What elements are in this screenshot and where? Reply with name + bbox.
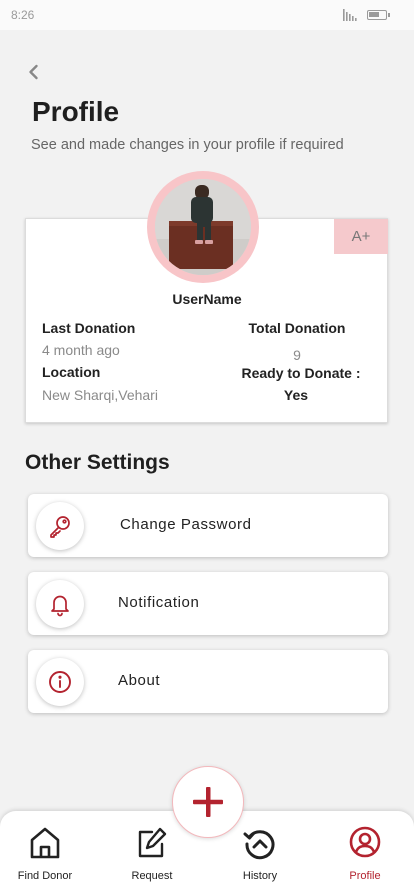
page-title: Profile [32, 96, 120, 127]
edit-icon [138, 827, 167, 858]
battery-icon [367, 10, 390, 20]
plus-icon [193, 787, 223, 817]
chevron-left-icon [29, 64, 38, 80]
user-circle-icon [349, 826, 381, 858]
nav-request-label: Request [131, 870, 173, 882]
change-password-item[interactable]: Change Password [28, 494, 388, 557]
notification-item[interactable]: Notification [28, 572, 388, 635]
notification-label: Notification [118, 594, 200, 611]
info-icon [36, 658, 84, 706]
status-bar: 8:26 [0, 0, 414, 30]
blood-group-badge: A+ [334, 219, 388, 254]
username: UserName [172, 291, 242, 307]
last-donation-value: 4 month ago [42, 342, 120, 358]
back-button[interactable] [24, 62, 44, 82]
nav-profile[interactable]: Profile [320, 811, 410, 896]
avatar-ring [147, 171, 259, 283]
nav-find-donor[interactable]: Find Donor [0, 811, 90, 896]
total-donation-label: Total Donation [248, 320, 346, 336]
ready-to-donate-value: Yes [283, 387, 309, 403]
other-settings-title: Other Settings [25, 451, 170, 474]
key-icon [36, 502, 84, 550]
add-request-button[interactable] [172, 766, 244, 838]
nav-profile-label: Profile [349, 870, 381, 882]
change-password-label: Change Password [120, 516, 252, 533]
avatar[interactable] [155, 179, 251, 275]
ready-to-donate-label: Ready to Donate : [241, 365, 361, 381]
total-donation-value: 9 [293, 347, 301, 363]
status-time: 8:26 [11, 8, 35, 22]
nav-history-label: History [242, 870, 278, 882]
last-donation-label: Last Donation [42, 320, 136, 336]
page-subtitle: See and made changes in your profile if … [31, 137, 344, 153]
location-label: Location [42, 364, 101, 380]
bell-icon [36, 580, 84, 628]
nav-find-donor-label: Find Donor [17, 870, 73, 882]
history-icon [243, 830, 275, 860]
location-value: New Sharqi,Vehari [42, 387, 158, 403]
about-label: About [118, 672, 161, 689]
about-item[interactable]: About [28, 650, 388, 713]
home-icon [30, 827, 60, 859]
signal-icon [343, 9, 357, 24]
